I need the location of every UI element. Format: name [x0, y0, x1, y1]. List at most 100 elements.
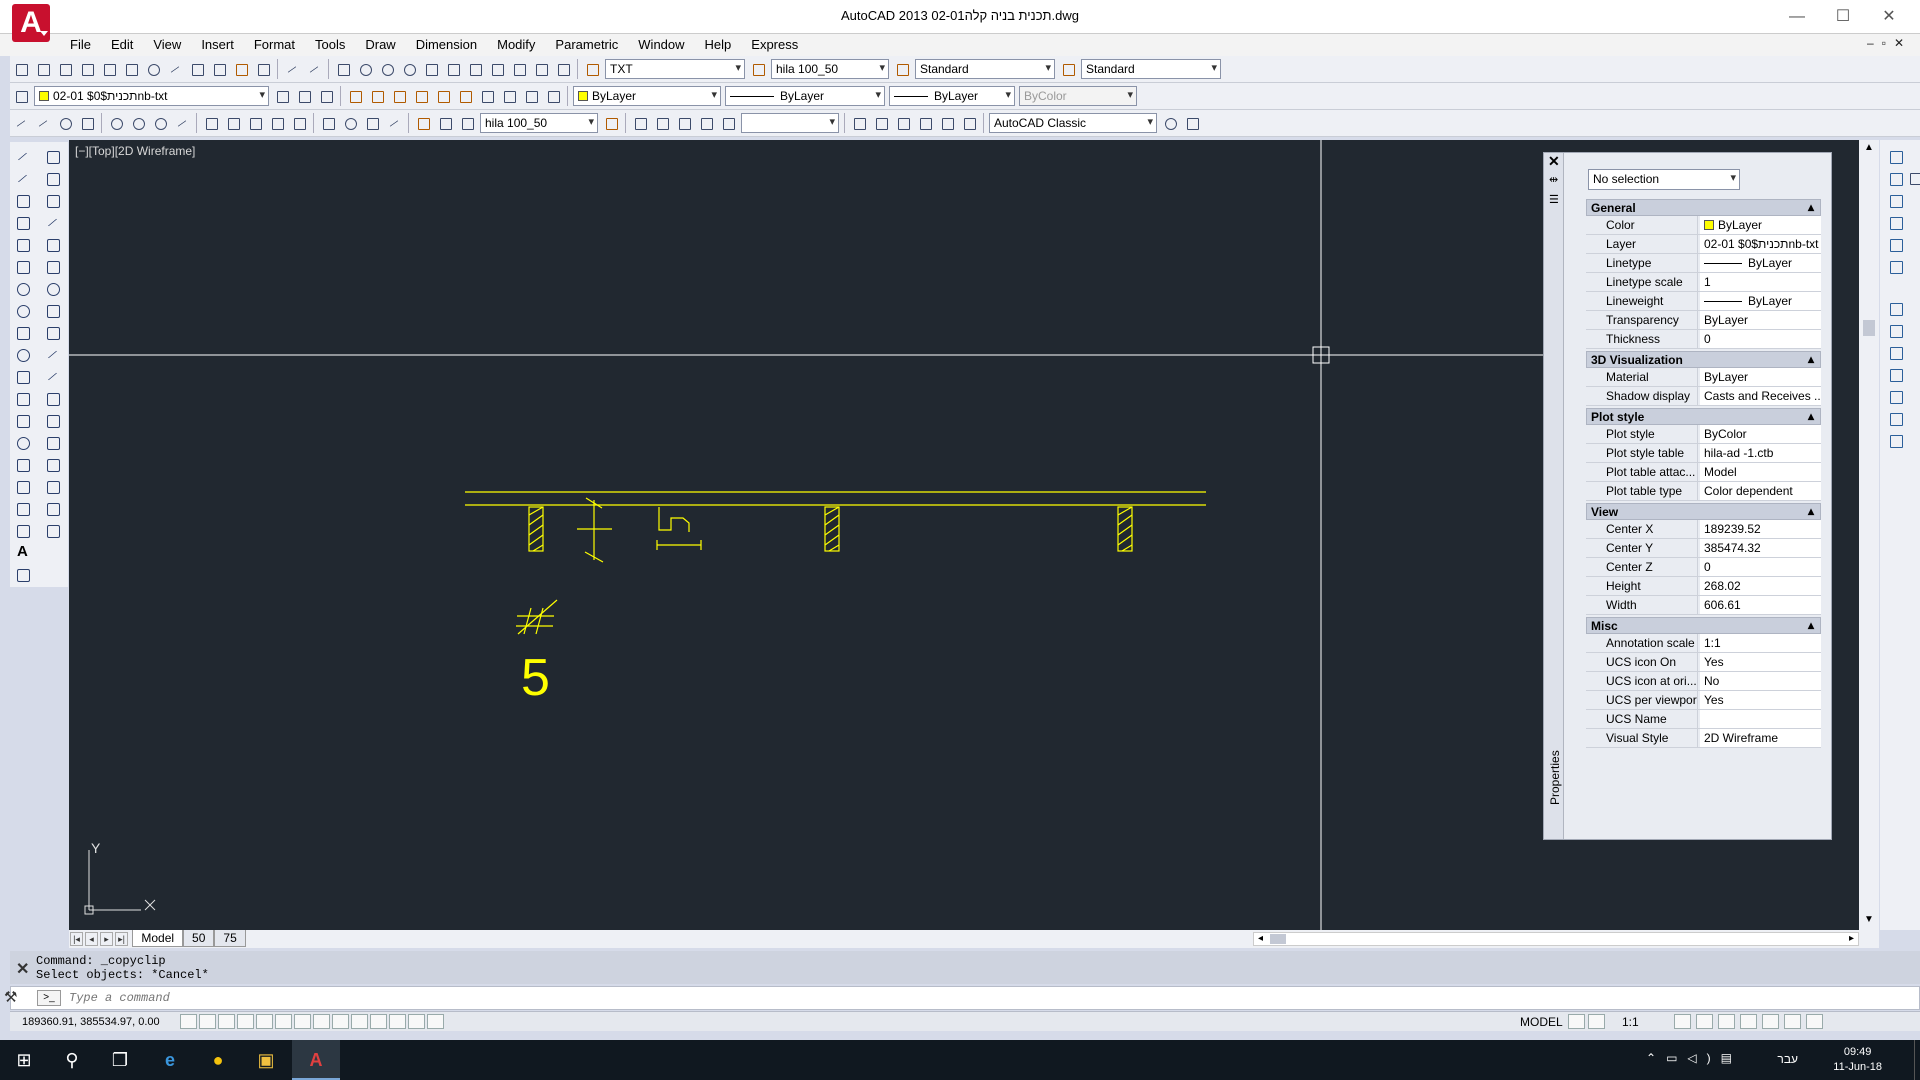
- property-row[interactable]: Linetype ByLayer: [1586, 254, 1821, 273]
- last-tab-icon[interactable]: ▸|: [115, 932, 128, 946]
- palette-close-icon[interactable]: ✕: [1548, 153, 1560, 170]
- menu-window[interactable]: Window: [628, 34, 694, 55]
- property-row[interactable]: Height 268.02: [1586, 577, 1821, 596]
- section-view[interactable]: View: [1586, 503, 1821, 520]
- property-row[interactable]: Color ByLayer: [1586, 216, 1821, 235]
- property-value[interactable]: Yes: [1698, 653, 1821, 671]
- copy-icon[interactable]: [187, 59, 207, 79]
- object-snap-toggle[interactable]: [275, 1014, 292, 1029]
- new-icon[interactable]: [11, 59, 31, 79]
- polyline-icon[interactable]: [14, 192, 32, 210]
- property-value[interactable]: 606.61: [1698, 596, 1821, 614]
- property-value[interactable]: ByLayer: [1698, 254, 1821, 272]
- dim-update-icon[interactable]: [457, 113, 477, 133]
- rotate-icon[interactable]: [44, 280, 62, 298]
- property-row[interactable]: Linetype scale 1: [1586, 273, 1821, 292]
- make-block-icon[interactable]: [14, 412, 32, 430]
- menu-format[interactable]: Format: [244, 34, 305, 55]
- isolate-objects-icon[interactable]: [1784, 1014, 1801, 1029]
- layer-dropdown[interactable]: 02-01 $0$תכניתnb-txt: [34, 86, 269, 106]
- polar-tracking-toggle[interactable]: [256, 1014, 273, 1029]
- erase-icon[interactable]: [44, 148, 62, 166]
- prev-tab-icon[interactable]: ◂: [85, 932, 98, 946]
- draw-order-back-icon[interactable]: [871, 113, 891, 133]
- tolerance-icon[interactable]: [318, 113, 338, 133]
- offset-icon[interactable]: [44, 214, 62, 232]
- match-properties-icon[interactable]: [231, 59, 251, 79]
- quick-view-drawings-icon[interactable]: [1588, 1014, 1605, 1029]
- explode-icon[interactable]: [44, 522, 62, 540]
- ucs-3point-icon[interactable]: [1888, 344, 1906, 362]
- menu-view[interactable]: View: [143, 34, 191, 55]
- multiline-text-icon[interactable]: [14, 543, 32, 562]
- calculator-icon[interactable]: [531, 59, 551, 79]
- polygon-icon[interactable]: [14, 214, 32, 232]
- vscroll-thumb[interactable]: [1863, 320, 1875, 336]
- lock-ui-icon[interactable]: [1740, 1014, 1757, 1029]
- lineweight-dropdown[interactable]: ByLayer: [889, 86, 1015, 106]
- ucs-x-icon[interactable]: [1888, 366, 1906, 384]
- layer-unisolate-icon[interactable]: [367, 86, 387, 106]
- layer-merge-icon[interactable]: [499, 86, 519, 106]
- property-value[interactable]: Model: [1698, 463, 1821, 481]
- redo-icon[interactable]: [304, 59, 324, 79]
- chamfer-icon[interactable]: [44, 456, 62, 474]
- selection-dropdown[interactable]: No selection: [1588, 169, 1740, 190]
- snap-mode-toggle[interactable]: [199, 1014, 216, 1029]
- inspection-icon[interactable]: [362, 113, 382, 133]
- property-row[interactable]: UCS icon at ori... No: [1586, 672, 1821, 691]
- ellipse-arc-icon[interactable]: [14, 368, 32, 386]
- transparency-toggle[interactable]: [389, 1014, 406, 1029]
- array-icon[interactable]: [44, 236, 62, 254]
- menu-file[interactable]: File: [60, 34, 101, 55]
- task-view-icon[interactable]: ❐: [96, 1040, 144, 1080]
- scroll-left-icon[interactable]: ◂: [1258, 933, 1263, 944]
- zoom-window-icon[interactable]: [377, 59, 397, 79]
- section-plot-style[interactable]: Plot style: [1586, 408, 1821, 425]
- quick-properties-toggle[interactable]: [408, 1014, 425, 1029]
- workspace-customize-icon[interactable]: [1182, 113, 1202, 133]
- layer-previous-icon[interactable]: [294, 86, 314, 106]
- linear-dim-icon[interactable]: [11, 113, 31, 133]
- property-value[interactable]: ByLayer: [1698, 216, 1821, 234]
- point-icon[interactable]: [14, 434, 32, 452]
- print-icon[interactable]: [77, 59, 97, 79]
- edge-icon[interactable]: e: [146, 1040, 194, 1080]
- gradient-icon[interactable]: [14, 478, 32, 496]
- annotation-visibility-icon[interactable]: [1674, 1014, 1691, 1029]
- arc-length-icon[interactable]: [55, 113, 75, 133]
- block-editor-icon[interactable]: [253, 59, 273, 79]
- aligned-dim-icon[interactable]: [33, 113, 53, 133]
- property-row[interactable]: UCS Name: [1586, 710, 1821, 729]
- dim-edit-icon[interactable]: [413, 113, 433, 133]
- color-dropdown[interactable]: ByLayer: [573, 86, 721, 106]
- dim-style-icon[interactable]: [748, 59, 768, 79]
- property-row[interactable]: Thickness 0: [1586, 330, 1821, 349]
- scroll-down-icon[interactable]: ▼: [1864, 914, 1874, 925]
- ucs-object-icon[interactable]: [1888, 236, 1906, 254]
- property-value[interactable]: 189239.52: [1698, 520, 1821, 538]
- show-desktop-button[interactable]: [1914, 1040, 1920, 1080]
- jogged-dim-icon[interactable]: [128, 113, 148, 133]
- lineweight-toggle[interactable]: [370, 1014, 387, 1029]
- property-value[interactable]: 0: [1698, 558, 1821, 576]
- insert-block-icon[interactable]: [14, 390, 32, 408]
- rectangle-icon[interactable]: [14, 236, 32, 254]
- design-center-icon[interactable]: [443, 59, 463, 79]
- layer-states-icon[interactable]: [316, 86, 336, 106]
- command-recent-icon[interactable]: >_: [37, 990, 61, 1006]
- property-row[interactable]: Center Y 385474.32: [1586, 539, 1821, 558]
- section-3d-visualization[interactable]: 3D Visualization: [1586, 351, 1821, 368]
- layer-freeze-icon[interactable]: [411, 86, 431, 106]
- fillet-icon[interactable]: [44, 478, 62, 496]
- cut-icon[interactable]: [165, 59, 185, 79]
- command-input[interactable]: [69, 990, 1869, 1006]
- layer-on-all-icon[interactable]: [543, 86, 563, 106]
- property-row[interactable]: UCS icon On Yes: [1586, 653, 1821, 672]
- move-icon[interactable]: [44, 258, 62, 276]
- property-row[interactable]: Plot table type Color dependent: [1586, 482, 1821, 501]
- menu-insert[interactable]: Insert: [191, 34, 244, 55]
- table-icon[interactable]: [14, 522, 32, 540]
- toggle-pickadd-icon[interactable]: [1905, 168, 1920, 188]
- text-style-icon[interactable]: [582, 59, 602, 79]
